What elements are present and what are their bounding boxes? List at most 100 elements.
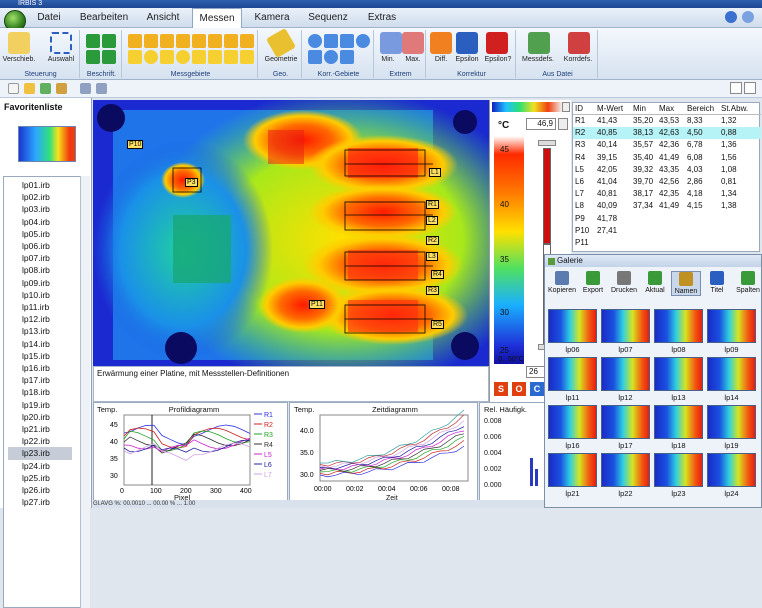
file-list-item[interactable]: lp10.irb [8,289,72,301]
gallery-tool-kopieren[interactable]: Kopieren [547,271,577,294]
gallery-tool-spalten[interactable]: Spalten [733,271,762,294]
palette-selector[interactable] [492,102,562,112]
file-list-item[interactable]: lp09.irb [8,277,72,289]
messdefs-icon[interactable] [528,32,550,54]
table-row[interactable]: P10 27,41 [573,225,761,237]
question-icon[interactable] [486,32,508,54]
column-header[interactable]: Max [659,103,674,115]
file-list-item[interactable]: lp04.irb [8,216,72,228]
marker-l1[interactable]: L1 [429,168,441,177]
refresh-icon[interactable] [40,83,51,94]
gallery-tool-export[interactable]: Export [578,271,608,294]
gallery-tool-aktual[interactable]: Aktual [640,271,670,294]
file-list-item[interactable]: lp01.irb [8,179,72,191]
ellipse-icon[interactable] [144,50,158,64]
file-list-item[interactable]: lp19.irb [8,399,72,411]
gallery-thumbnail[interactable] [548,405,597,439]
arrow-icon[interactable] [86,50,100,64]
file-list-item[interactable]: lp26.irb [8,484,72,496]
favorite-thumbnail[interactable] [18,126,76,162]
hand-icon[interactable] [8,32,30,54]
arrow-icon[interactable] [102,50,116,64]
column-header[interactable]: St.Abw. [721,103,748,115]
ellipse-icon[interactable] [324,34,338,48]
gallery-thumbnail[interactable] [601,357,650,391]
max-temp-field[interactable]: 46,9 [526,118,556,130]
restore-icon[interactable] [730,82,742,94]
menu-kamera[interactable]: Kamera [250,8,294,28]
marker-p11[interactable]: P11 [309,300,325,309]
file-list-item[interactable]: lp13.irb [8,325,72,337]
file-list-item[interactable]: lp05.irb [8,228,72,240]
gallery-thumbnail[interactable] [548,453,597,487]
file-list-item[interactable]: lp22.irb [8,435,72,447]
circle-icon[interactable] [308,34,322,48]
max-spinner[interactable] [558,118,568,130]
pencil-icon[interactable] [265,27,297,59]
zoom-out-icon[interactable] [80,83,91,94]
file-list-item[interactable]: lp14.irb [8,338,72,350]
gallery-thumbnail[interactable] [601,453,650,487]
column-header[interactable]: Bereich [687,103,714,115]
table-row[interactable]: L8 40,09 37,34 41,49 4,15 1,38 [573,200,761,212]
table-row[interactable]: L5 42,05 39,32 43,35 4,03 1,08 [573,164,761,176]
help-icon[interactable] [742,11,754,23]
star-icon[interactable] [240,50,254,64]
measurement-table[interactable]: ID M-Wert Min Max Bereich St.Abw. R1 41,43 35,20… [572,102,761,252]
marker-l2[interactable]: L2 [426,216,438,225]
table-row[interactable]: P9 41,78 [573,213,761,225]
star-icon[interactable] [224,50,238,64]
settings-icon[interactable] [725,11,737,23]
shape-icon[interactable] [340,50,354,64]
table-row[interactable]: R4 39,15 35,40 41,49 6,08 1,56 [573,152,761,164]
marker-r1[interactable]: R1 [426,200,439,209]
max-icon[interactable] [402,32,424,54]
gallery-thumbnail[interactable] [707,309,756,343]
file-list-scrollbar[interactable] [80,176,90,608]
thermal-image[interactable]: P10 P3 L1 L2 L3 R1 R2 R3 R4 R5 P11 [93,100,489,366]
gallery-thumbnail[interactable] [548,357,597,391]
line-icon[interactable] [160,34,174,48]
polygon-icon[interactable] [340,34,354,48]
line-icon[interactable] [144,34,158,48]
column-header[interactable]: Min [633,103,646,115]
area-icon[interactable] [240,34,254,48]
scale-c-button[interactable]: C [530,382,544,396]
shape-icon[interactable] [208,50,222,64]
polygon-icon[interactable] [160,50,174,64]
text-icon[interactable] [102,34,116,48]
range-top-handle[interactable] [538,140,556,146]
file-list-item[interactable]: lp15.irb [8,350,72,362]
open-icon[interactable] [24,83,35,94]
file-list-item[interactable]: lp20.irb [8,411,72,423]
min-icon[interactable] [380,32,402,54]
rectangle-icon[interactable] [308,50,322,64]
file-list-item[interactable]: lp16.irb [8,362,72,374]
gallery-thumbnail[interactable] [707,405,756,439]
zoom-in-icon[interactable] [96,83,107,94]
gallery-thumbnail[interactable] [654,357,703,391]
file-list-item[interactable]: lp03.irb [8,203,72,215]
polyline-icon[interactable] [192,34,206,48]
area-icon[interactable] [224,34,238,48]
file-list-item[interactable]: lp21.irb [8,423,72,435]
curve-icon[interactable] [208,34,222,48]
file-list-item[interactable]: lp17.irb [8,374,72,386]
text-icon[interactable] [86,34,100,48]
file-list-item[interactable]: lp25.irb [8,472,72,484]
file-list-item[interactable]: lp23.irb [8,447,72,460]
scale-s-button[interactable]: S [494,382,508,396]
gallery-thumbnail[interactable] [654,453,703,487]
point-icon[interactable] [128,34,142,48]
gallery-thumbnail[interactable] [707,357,756,391]
marker-p10[interactable]: P10 [127,140,144,149]
file-list-item[interactable]: lp27.irb [8,496,72,508]
range-slider[interactable] [543,148,551,244]
menu-ansicht[interactable]: Ansicht [140,8,186,28]
file-list-item[interactable]: lp24.irb [8,460,72,472]
selection-icon[interactable] [50,32,72,54]
file-list-item[interactable]: lp08.irb [8,264,72,276]
menu-bearbeiten[interactable]: Bearbeiten [76,8,132,28]
table-row[interactable]: R2 40,85 38,13 42,63 4,50 0,88 [573,127,761,139]
marker-r4[interactable]: R4 [431,270,444,279]
